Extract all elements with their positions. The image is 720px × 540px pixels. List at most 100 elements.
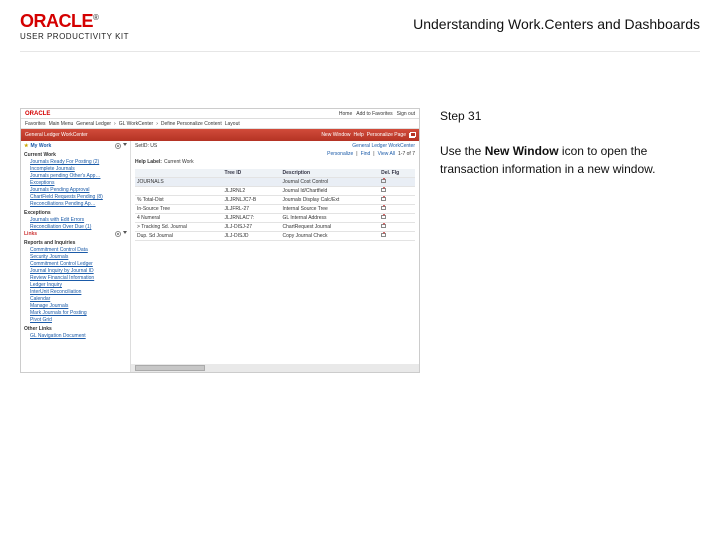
sidebar-tab-links[interactable]: Links (24, 231, 127, 237)
gear-icon[interactable] (115, 143, 121, 149)
table-cell: 4 Numeral (135, 214, 223, 223)
gear-icon[interactable] (115, 231, 121, 237)
table-cell: GL Internal Address (281, 214, 380, 223)
download-icon[interactable] (381, 215, 386, 219)
personalize-page-link[interactable]: Personalize Page (367, 132, 406, 138)
sidebar-link[interactable]: Ledger Inquiry (30, 282, 127, 288)
data-table: Tree ID Description Del. Flg JOURNALSJou… (135, 169, 415, 241)
nav-layout[interactable]: Layout (225, 121, 240, 127)
table-cell (379, 223, 415, 232)
table-row[interactable]: JLJRNL2Journal Id/Chartfield (135, 187, 415, 196)
sidebar-group-exceptions: Exceptions Journals with Edit Errors Rec… (24, 210, 127, 230)
sidebar-link[interactable]: Exceptions (30, 180, 127, 186)
table-cell (379, 187, 415, 196)
scrollbar-thumb[interactable] (135, 365, 205, 371)
sidebar-link[interactable]: Journals Pending Approval (30, 187, 127, 193)
download-icon[interactable] (381, 233, 386, 237)
nav-workcenter[interactable]: GL WorkCenter (119, 121, 153, 127)
nav-main-menu[interactable]: Main Menu (49, 121, 74, 127)
download-icon[interactable] (381, 206, 386, 210)
sidebar-link[interactable]: Security Journals (30, 254, 127, 260)
nav-favorites[interactable]: Favorites (25, 121, 46, 127)
breadcrumb-page[interactable]: General Ledger WorkCenter (352, 143, 415, 149)
download-icon[interactable] (381, 188, 386, 192)
table-cell: JLJ-DISJ-27 (223, 223, 281, 232)
breadcrumb-setid: SetID: US (135, 143, 157, 149)
sidebar-link[interactable]: Journals Ready For Posting (2) (30, 159, 127, 165)
chevron-down-icon[interactable] (123, 231, 127, 234)
table-row[interactable]: % Total-DistJLJRNLJC7-BJournals Display … (135, 196, 415, 205)
trademark-icon: ® (93, 13, 98, 22)
sidebar-link[interactable]: Commitment Control Data (30, 247, 127, 253)
toolbar-find[interactable]: Find (361, 151, 371, 157)
help-value: Current Work (164, 159, 194, 165)
sidebar-link[interactable]: Calendar (30, 296, 127, 302)
chevron-down-icon[interactable] (123, 143, 127, 146)
col-del[interactable]: Del. Flg (379, 169, 415, 178)
table-cell (379, 196, 415, 205)
col-description[interactable]: Description (281, 169, 380, 178)
home-link[interactable]: Home (339, 111, 352, 117)
topbar-right-links: Home Add to Favorites Sign out (339, 111, 415, 117)
sidebar-group-title: Exceptions (24, 210, 127, 216)
sidebar-link[interactable]: Journals pending Other's App… (30, 173, 127, 179)
sidebar-link[interactable]: Pivot Grid (30, 317, 127, 323)
table-cell (379, 205, 415, 214)
toolbar-personalize[interactable]: Personalize (327, 151, 353, 157)
col-treeid[interactable]: Tree ID (223, 169, 281, 178)
instruction-panel: Step 31 Use the New Window icon to open … (440, 108, 700, 178)
upk-subtitle: USER PRODUCTIVITY KIT (20, 32, 129, 41)
oracle-logo: ORACLE® (20, 12, 129, 30)
instruction-text: Use the New Window icon to open the tran… (440, 143, 700, 178)
sidebar-link[interactable]: Journals with Edit Errors (30, 217, 127, 223)
sidebar-link[interactable]: GL Navigation Document (30, 333, 127, 339)
table-cell: JLJ-DISJD (223, 232, 281, 241)
instruction-bold: New Window (485, 144, 559, 158)
table-row[interactable]: > Tracking Sd. JournalJLJ-DISJ-27ChartRe… (135, 223, 415, 232)
table-cell (379, 232, 415, 241)
new-window-icon[interactable] (409, 133, 415, 138)
sidebar-link[interactable]: Manage Journals (30, 303, 127, 309)
help-link[interactable]: Help (354, 132, 364, 138)
page-title: Understanding Work.Centers and Dashboard… (413, 16, 700, 32)
col-blank[interactable] (135, 169, 223, 178)
app-topbar: ORACLE Home Add to Favorites Sign out (21, 109, 419, 119)
sidebar-group-other: Other Links GL Navigation Document (24, 326, 127, 339)
table-row[interactable]: In-Source TreeJLJFRL-27Internal Source T… (135, 205, 415, 214)
table-cell: JLJRNL2 (223, 187, 281, 196)
table-row[interactable]: Dup. Sd JournalJLJ-DISJDCopy Journal Che… (135, 232, 415, 241)
sidebar-link[interactable]: Reconciliations Pending Ap… (30, 201, 127, 207)
table-cell: Journal Cost Control (281, 178, 380, 187)
sidebar-link[interactable]: Review Financial Information (30, 275, 127, 281)
sign-out-link[interactable]: Sign out (397, 111, 415, 117)
brand-block: ORACLE® USER PRODUCTIVITY KIT (20, 12, 129, 41)
sidebar-group-title: Reports and Inquiries (24, 240, 127, 246)
table-cell: JLJFRL-27 (223, 205, 281, 214)
sidebar-link[interactable]: InterUnit Reconciliation (30, 289, 127, 295)
sidebar-link[interactable]: Commitment Control Ledger (30, 261, 127, 267)
sidebar-tab-mywork[interactable]: ★ My Work (24, 143, 127, 149)
star-icon: ★ (24, 143, 28, 149)
table-cell: Internal Source Tree (281, 205, 380, 214)
download-icon[interactable] (381, 179, 386, 183)
table-cell: Journal Id/Chartfield (281, 187, 380, 196)
table-cell: % Total-Dist (135, 196, 223, 205)
download-icon[interactable] (381, 197, 386, 201)
sidebar-group-title: Other Links (24, 326, 127, 332)
horizontal-scrollbar[interactable] (131, 364, 419, 372)
add-favorites-link[interactable]: Add to Favorites (356, 111, 392, 117)
new-window-link[interactable]: New Window (321, 132, 350, 138)
sidebar-link[interactable]: Reconciliation Over Due (1) (30, 224, 127, 230)
workcenter-title: General Ledger WorkCenter (25, 132, 88, 138)
sidebar-link[interactable]: ChartField Requests Pending (8) (30, 194, 127, 200)
sidebar-link[interactable]: Mark Journals for Posting (30, 310, 127, 316)
nav-personalize[interactable]: Define Personalize Content (161, 121, 222, 127)
table-row[interactable]: JOURNALSJournal Cost Control (135, 178, 415, 187)
sidebar-link[interactable]: Journal Inquiry by Journal ID (30, 268, 127, 274)
toolbar-viewall[interactable]: View All (378, 151, 395, 157)
sidebar-group-reports: Reports and Inquiries Commitment Control… (24, 240, 127, 323)
sidebar-link[interactable]: Incomplete Journals (30, 166, 127, 172)
table-row[interactable]: 4 NumeralJLJRNLAC'7:GL Internal Address (135, 214, 415, 223)
download-icon[interactable] (381, 224, 386, 228)
nav-gl[interactable]: General Ledger (76, 121, 111, 127)
